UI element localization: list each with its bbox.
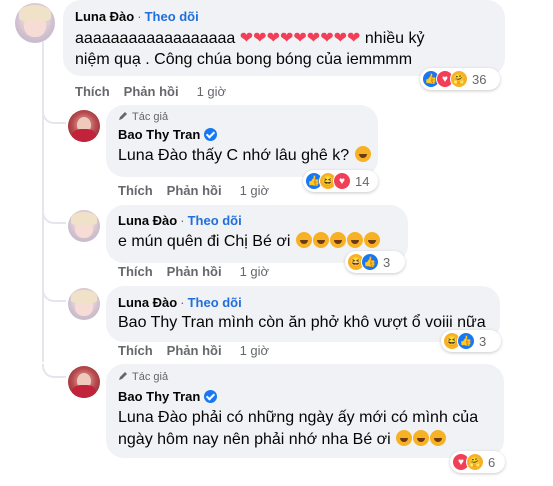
avatar[interactable] xyxy=(68,110,100,142)
reply-button[interactable]: Phản hồi xyxy=(167,343,222,358)
reply-button[interactable]: Phản hồi xyxy=(167,264,222,279)
like-icon: 👍 xyxy=(457,332,475,350)
author-name[interactable]: Luna Đào xyxy=(118,295,177,310)
author-tag-label: Tác giả xyxy=(132,111,169,123)
author-tag: Tác giả xyxy=(118,371,168,383)
comment-author: Luna Đào · Theo dõi xyxy=(118,213,242,228)
laugh-emoji-icon xyxy=(363,232,380,248)
laugh-emoji-icon xyxy=(430,430,447,446)
reaction-count: 3 xyxy=(479,333,487,349)
author-name[interactable]: Bao Thy Tran xyxy=(118,127,200,142)
reaction-count: 3 xyxy=(383,254,391,270)
verified-badge-icon xyxy=(204,390,218,403)
like-button[interactable]: Thích xyxy=(118,183,153,198)
comment-text-line: niệm quạ . Công chúa bong bóng của iemmm… xyxy=(75,51,413,68)
thread-line xyxy=(42,42,44,362)
reply-button[interactable]: Phản hồi xyxy=(124,84,179,99)
comment-text: aaaaaaaaaaaaaaaaaa ❤❤❤❤❤❤❤❤❤ nhiều kỷ xyxy=(75,28,425,50)
laugh-emoji-icon xyxy=(413,430,430,446)
comment-author: Bao Thy Tran xyxy=(118,389,218,404)
comment-actions: Thích Phản hồi 1 giờ xyxy=(118,264,269,279)
care-icon: 🤗 xyxy=(466,453,484,471)
reaction-summary[interactable]: ♥ 🤗 6 xyxy=(450,451,505,473)
follow-link[interactable]: Theo dõi xyxy=(188,295,242,310)
mention-link[interactable]: Luna Đào xyxy=(118,409,187,426)
comment-text: e mún quên đi Chị Bé ơi xyxy=(118,231,380,253)
comment-text-body: mình còn ăn phở khô vượt ổ voiii nữa xyxy=(218,314,486,331)
comment-text-body: e mún quên đi Chị Bé ơi xyxy=(118,233,291,250)
thread-connector xyxy=(42,288,66,302)
comment-actions: Thích Phản hồi 1 giờ xyxy=(75,84,226,99)
avatar[interactable] xyxy=(68,210,100,242)
comment-text-body: thấy C nhớ lâu ghê k? xyxy=(191,147,350,164)
comment-author: Luna Đào · Theo dõi xyxy=(118,295,242,310)
follow-link[interactable]: Theo dõi xyxy=(145,9,199,24)
separator-dot: · xyxy=(180,295,185,310)
laugh-emoji-icon xyxy=(354,146,371,162)
comment-time[interactable]: 1 giờ xyxy=(240,183,270,198)
laugh-emoji-icon xyxy=(329,232,346,248)
follow-link[interactable]: Theo dõi xyxy=(188,213,242,228)
reaction-count: 6 xyxy=(488,454,496,470)
comment-author: Bao Thy Tran xyxy=(118,127,218,142)
author-name[interactable]: Bao Thy Tran xyxy=(118,389,200,404)
like-button[interactable]: Thích xyxy=(75,84,110,99)
author-name[interactable]: Luna Đào xyxy=(118,213,177,228)
like-button[interactable]: Thích xyxy=(118,343,153,358)
reaction-summary[interactable]: 👍 😆 ♥ 14 xyxy=(303,170,378,192)
verified-badge-icon xyxy=(204,128,218,141)
comment-author: Luna Đào · Theo dõi xyxy=(75,9,199,24)
author-tag-label: Tác giả xyxy=(132,371,169,383)
comment-text-line: ngày hôm nay nên phải nhớ nha Bé ơi xyxy=(118,431,391,448)
comment-text: Luna Đào thấy C nhớ lâu ghê k? xyxy=(118,145,371,167)
reaction-count: 14 xyxy=(355,173,370,189)
avatar[interactable] xyxy=(68,288,100,320)
reply-button[interactable]: Phản hồi xyxy=(167,183,222,198)
care-icon: 🤗 xyxy=(450,70,468,88)
laugh-emoji-icon xyxy=(346,232,363,248)
comment-text: Luna Đào phải có những ngày ấy mới có mì… xyxy=(118,407,478,429)
reaction-summary[interactable]: 😆 👍 3 xyxy=(345,251,405,273)
comment-time[interactable]: 1 giờ xyxy=(197,84,227,99)
author-name[interactable]: Luna Đào xyxy=(75,9,134,24)
comment-text-line: aaaaaaaaaaaaaaaaaa ❤❤❤❤❤❤❤❤❤ nhiều kỷ xyxy=(75,30,425,47)
comment-time[interactable]: 1 giờ xyxy=(240,264,270,279)
like-button[interactable]: Thích xyxy=(118,264,153,279)
author-tag: Tác giả xyxy=(118,111,168,123)
reaction-summary[interactable]: 😆 👍 3 xyxy=(441,330,501,352)
laugh-emoji-icon xyxy=(396,430,413,446)
comment-text: ngày hôm nay nên phải nhớ nha Bé ơi xyxy=(118,429,447,451)
laugh-emoji-icon xyxy=(295,232,312,248)
pen-icon xyxy=(119,372,127,380)
mention-link[interactable]: Bao Thy Tran xyxy=(118,314,214,331)
avatar[interactable] xyxy=(68,366,100,398)
comment-actions: Thích Phản hồi 1 giờ xyxy=(118,183,269,198)
separator-dot: · xyxy=(180,213,185,228)
thread-connector xyxy=(42,110,66,124)
comment-text: niệm quạ . Công chúa bong bóng của iemmm… xyxy=(75,49,412,71)
thread-connector xyxy=(42,364,66,378)
comment-text: Bao Thy Tran mình còn ăn phở khô vượt ổ … xyxy=(118,312,486,334)
reaction-count: 36 xyxy=(472,71,487,87)
mention-link[interactable]: Luna Đào xyxy=(118,147,187,164)
like-icon: 👍 xyxy=(361,253,379,271)
avatar[interactable] xyxy=(15,3,55,43)
pen-icon xyxy=(119,112,127,120)
separator-dot: · xyxy=(137,9,142,24)
love-icon: ♥ xyxy=(333,172,351,190)
laugh-emoji-icon xyxy=(312,232,329,248)
reaction-summary[interactable]: 👍 ♥ 🤗 36 xyxy=(420,68,500,90)
comment-time[interactable]: 1 giờ xyxy=(240,343,270,358)
comment-actions: Thích Phản hồi 1 giờ xyxy=(118,343,269,358)
comment-text-line: phải có những ngày ấy mới có mình của xyxy=(191,409,479,426)
thread-connector xyxy=(42,210,66,224)
